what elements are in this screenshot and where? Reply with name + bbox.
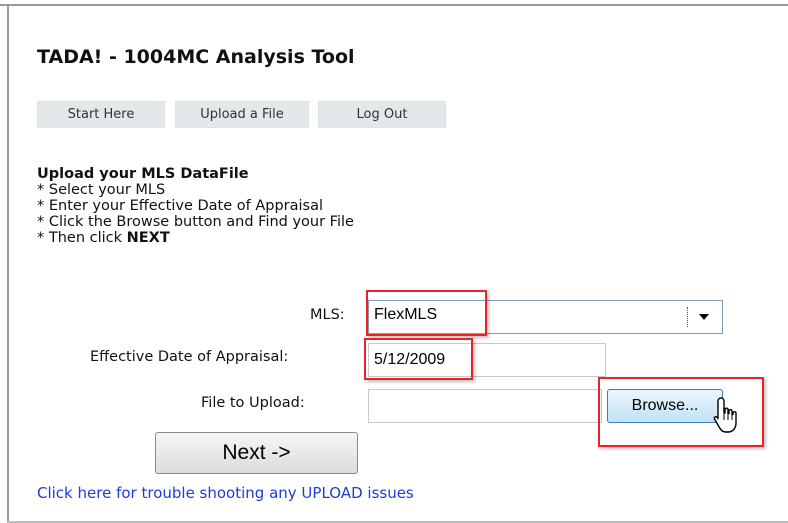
instruction-line: * Select your MLS	[37, 182, 166, 198]
highlight-mls	[366, 290, 487, 336]
tab-upload-a-file[interactable]: Upload a File	[175, 101, 309, 128]
page-title: TADA! - 1004MC Analysis Tool	[37, 46, 355, 68]
file-to-upload-label: File to Upload:	[201, 395, 305, 411]
window-left-border	[7, 6, 9, 523]
window-top-border	[0, 0, 788, 6]
file-path-input[interactable]	[368, 389, 602, 423]
instruction-text: * Then click	[37, 230, 127, 246]
tab-start-here[interactable]: Start Here	[37, 101, 165, 128]
dropdown-button[interactable]	[688, 301, 722, 333]
effective-date-label: Effective Date of Appraisal:	[90, 349, 289, 365]
mls-label: MLS:	[310, 307, 345, 323]
upload-help-link[interactable]: Click here for trouble shooting any UPLO…	[37, 484, 414, 502]
hand-cursor-icon	[713, 397, 737, 433]
instruction-line: * Click the Browse button and Find your …	[37, 214, 354, 230]
instruction-line-next: * Then click NEXT	[37, 230, 354, 246]
chevron-down-icon	[699, 314, 709, 320]
tab-log-out[interactable]: Log Out	[318, 101, 446, 128]
instruction-line: * Enter your Effective Date of Appraisal	[37, 198, 323, 214]
next-button[interactable]: Next ->	[155, 432, 358, 474]
instructions-heading: Upload your MLS DataFile	[37, 166, 249, 182]
highlight-date	[364, 338, 473, 380]
instructions: Upload your MLS DataFile * Select your M…	[37, 166, 354, 246]
instruction-next-emphasis: NEXT	[126, 230, 170, 246]
